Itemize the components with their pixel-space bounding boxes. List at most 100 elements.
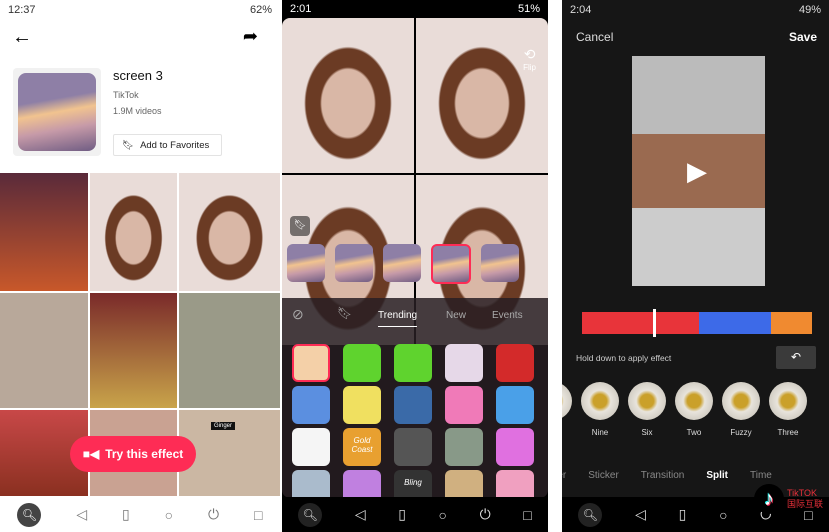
screen-rotate-icon[interactable]: ▯ [122,506,130,523]
effect-thumbnail-row [287,244,548,284]
magnifier-icon[interactable]: 🔍︎ [298,502,323,527]
effect-icon[interactable] [445,344,483,382]
flip-button[interactable]: ⟲ Flip [523,46,536,72]
home-nav-icon[interactable]: ○ [165,507,173,523]
effect-thumb[interactable] [335,244,373,282]
editor-tab[interactable]: Sticker [588,470,619,481]
effect-icon[interactable] [292,386,330,424]
navigation-bar: 🔍︎ ◁ ▯ ○ ⏻ □ [0,497,280,532]
video-preview[interactable]: ▶ [632,56,765,286]
editor-tab[interactable]: Filter [562,470,566,481]
favorites-tab-icon[interactable]: 🔖︎ [337,306,352,320]
tab-events[interactable]: Events [492,310,523,321]
save-button[interactable]: Save [789,30,817,44]
effect-preview [562,382,572,420]
power-icon[interactable]: ⏻ [208,506,219,523]
effect-icon-label: Gold Coast [351,436,373,454]
video-tile[interactable] [179,293,280,408]
cancel-button[interactable]: Cancel [576,30,613,44]
home-nav-icon[interactable]: ○ [439,507,447,523]
effect-icon[interactable] [394,344,432,382]
no-effect-icon[interactable]: ⊘ [292,306,304,323]
effect-icon[interactable] [394,428,432,466]
battery-level: 62% [249,4,272,16]
editor-tab[interactable]: Split [706,470,728,481]
power-icon[interactable]: ⏻ [480,506,491,523]
effect-label: Six [641,428,653,437]
effect-title: screen 3 [113,68,163,83]
split-effect-option[interactable]: Three [769,382,807,437]
effect-picker-screen: 2:01 51% ⟲ Flip 🔖︎ ⊘ 🔖︎ Trending New Event… [282,0,548,532]
status-bar: 2:04 49% [570,4,821,16]
effects-panel: ⊘ 🔖︎ Trending New Events Gold Coast Bling [282,298,548,498]
back-nav-icon[interactable]: ◁ [635,506,646,523]
camera-preview: ⟲ Flip 🔖︎ ⊘ 🔖︎ Trending New Events Gold C… [282,18,548,498]
playhead[interactable] [653,309,656,337]
editor-tab[interactable]: Time [750,470,772,481]
split-effect-option[interactable]: Nine [581,382,619,437]
effect-icon[interactable] [343,344,381,382]
recents-nav-icon[interactable]: □ [523,507,531,523]
clock: 12:37 [8,4,36,16]
video-camera-icon: ■◀ [82,447,100,461]
recents-nav-icon[interactable]: □ [254,507,262,523]
video-tile[interactable] [0,173,88,291]
add-to-favorites-button[interactable]: 🔖︎ Add to Favorites [113,134,222,156]
split-effect-option[interactable]: Four [562,382,572,437]
video-tile[interactable] [90,173,177,291]
timeline[interactable] [582,309,812,337]
effect-label: Two [686,428,702,437]
split-effects-row: Four Nine Six Two Fuzzy Three [562,382,807,437]
effect-icon[interactable] [292,428,330,466]
effect-label: Nine [591,428,609,437]
tiktok-logo-icon: ♪ [754,484,784,514]
split-effect-option[interactable]: Two [675,382,713,437]
play-icon[interactable]: ▶ [687,156,707,187]
effect-icon[interactable] [496,428,534,466]
effect-icon[interactable] [445,470,483,498]
effect-thumb[interactable] [287,244,325,282]
back-nav-icon[interactable]: ◁ [76,506,87,523]
tag-label: Ginger [211,422,236,430]
screen-rotate-icon[interactable]: ▯ [398,506,406,523]
tab-new[interactable]: New [446,310,466,321]
effect-icon[interactable] [343,386,381,424]
effect-icon[interactable] [445,386,483,424]
magnifier-icon[interactable]: 🔍︎ [17,502,42,527]
back-button[interactable]: ← [12,26,32,49]
creator-name[interactable]: TikTok [113,90,139,100]
split-effect-option[interactable]: Six [628,382,666,437]
effect-icon[interactable] [292,344,330,382]
share-button[interactable]: ➦ [243,26,258,47]
effect-icon[interactable]: Gold Coast [343,428,381,466]
effect-icon[interactable] [496,386,534,424]
split-effect-editor: 2:04 49% Cancel Save ▶ Hold down to apply… [562,0,829,532]
effect-icon[interactable] [445,428,483,466]
effect-icon[interactable]: Bling [394,470,432,498]
effect-thumb-selected[interactable] [431,244,471,284]
effect-icon[interactable] [343,470,381,498]
effect-icon[interactable] [496,344,534,382]
navigation-bar: 🔍︎ ◁ ▯ ○ ⏻ □ [282,497,548,532]
video-tile[interactable] [90,293,177,408]
undo-button[interactable]: ↶ [776,346,816,369]
tiktok-watermark: ♪ TikTOK 国际互联 [754,484,827,514]
video-tile[interactable] [0,293,88,408]
split-effect-option[interactable]: Fuzzy [722,382,760,437]
effect-thumb[interactable] [481,244,519,282]
effect-icon[interactable] [394,386,432,424]
tab-trending[interactable]: Trending [378,310,418,327]
effect-preview [675,382,713,420]
video-tile[interactable] [179,173,280,291]
effect-icon[interactable] [496,470,534,498]
screen-rotate-icon[interactable]: ▯ [679,506,687,523]
home-nav-icon[interactable]: ○ [719,507,727,523]
effect-thumb[interactable] [383,244,421,282]
back-nav-icon[interactable]: ◁ [355,506,366,523]
magnifier-icon[interactable]: 🔍︎ [578,502,603,527]
effects-grid: Gold Coast Bling [282,336,548,498]
effect-icon[interactable] [292,470,330,498]
editor-tab[interactable]: Transition [641,470,685,481]
bookmark-button[interactable]: 🔖︎ [290,216,310,236]
try-this-effect-button[interactable]: ■◀ Try this effect [70,436,196,472]
